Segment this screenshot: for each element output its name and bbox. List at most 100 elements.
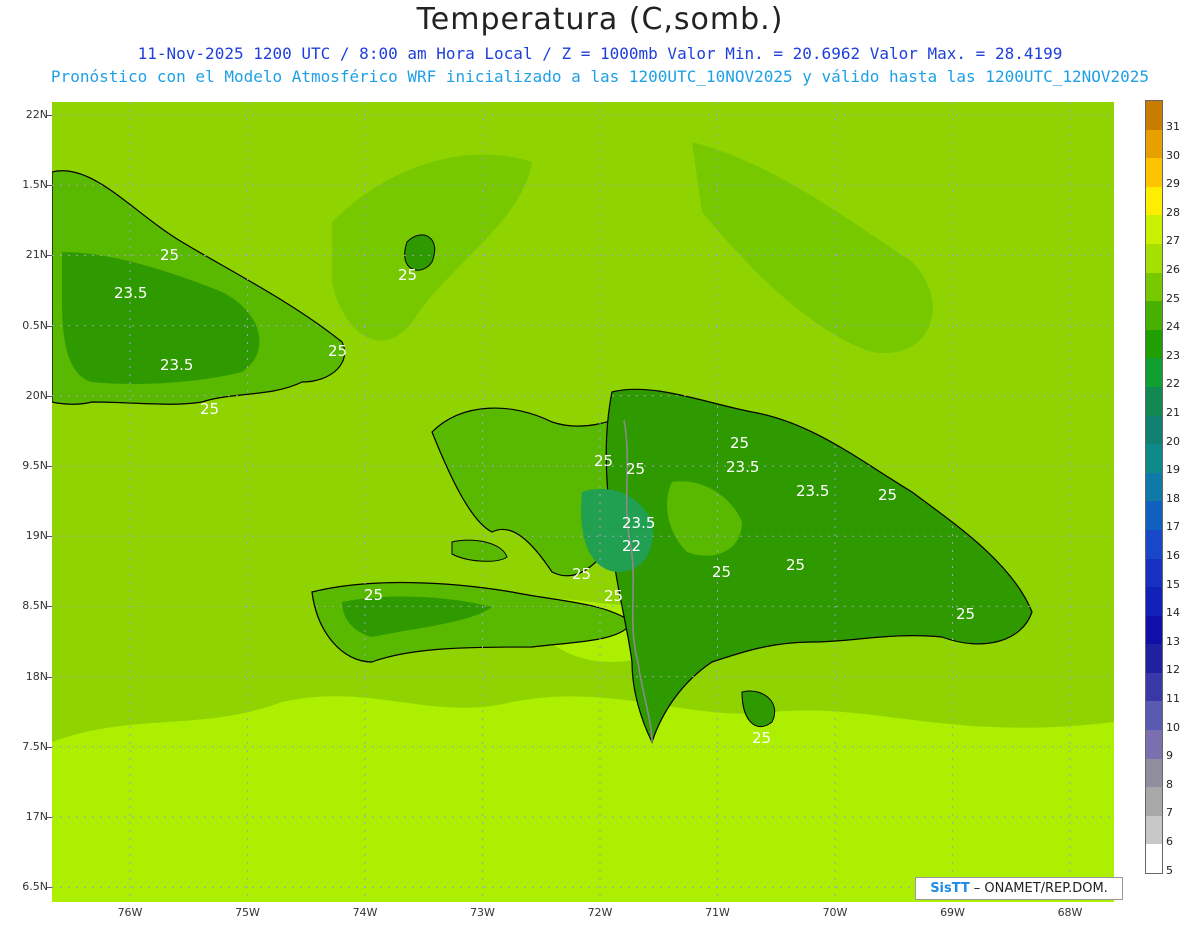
lon-label: 76W: [117, 906, 143, 919]
colorbar-label: 20: [1166, 434, 1180, 448]
contour-label: 25: [956, 605, 975, 623]
colorbar-label: 31: [1166, 120, 1180, 133]
colorbar-swatch: [1146, 243, 1162, 273]
chart-title: Temperatura (C,somb.): [416, 2, 784, 37]
lon-label: 69W: [940, 906, 965, 919]
contour-label: 23.5: [622, 514, 655, 532]
lat-label: 19N: [25, 529, 48, 543]
colorbar-label: 13: [1166, 634, 1180, 648]
colorbar-swatch: [1146, 472, 1162, 502]
lat-label: 18N: [25, 669, 48, 683]
lat-label: 22N: [25, 108, 48, 121]
colorbar-label: 6: [1166, 835, 1173, 848]
contour-label: 25: [200, 400, 219, 418]
colorbar-swatch: [1146, 329, 1162, 359]
lon-label: 73W: [470, 906, 495, 919]
lat-tick: [47, 817, 52, 818]
colorbar-label: 28: [1166, 205, 1180, 219]
model-run-subtitle: Pronóstico con el Modelo Atmosférico WRF…: [50, 67, 1150, 86]
contour-label: 25: [328, 342, 347, 360]
colorbar-label: 16: [1166, 549, 1180, 562]
colorbar-swatch: [1146, 587, 1162, 616]
lat-label: 9.5N: [22, 459, 48, 472]
colorbar-swatch: [1146, 129, 1162, 159]
colorbar-label: 25: [1166, 291, 1180, 305]
lat-label: 1.5N: [22, 178, 48, 192]
colorbar-label: 15: [1166, 577, 1180, 591]
contour-label: 25: [160, 246, 179, 264]
lat-label: 7.5N: [22, 739, 48, 753]
colorbar-label: 5: [1166, 863, 1173, 877]
colorbar-label: 24: [1166, 320, 1180, 334]
colorbar-label: 11: [1166, 692, 1180, 705]
contour-label: 25: [572, 565, 591, 583]
lat-tick: [47, 395, 52, 397]
colorbar-swatch: [1146, 186, 1162, 216]
contour-label: 23.5: [160, 356, 193, 374]
colorbar-swatch: [1146, 844, 1162, 874]
lon-label: 75W: [235, 906, 260, 919]
contour-label: 25: [604, 587, 623, 605]
lat-tick: [47, 185, 52, 187]
contour-label: 25: [712, 563, 731, 581]
colorbar-label: 7: [1166, 806, 1173, 820]
colorbar-swatch: [1146, 101, 1162, 130]
lon-label: 68W: [1057, 906, 1083, 919]
contour-label: 25: [594, 452, 613, 470]
contour-label: 23.5: [726, 458, 759, 476]
credit-text: – ONAMET/REP.DOM.: [973, 881, 1108, 896]
lat-label: 17N: [25, 810, 48, 823]
colorbar-swatch: [1146, 272, 1162, 302]
colorbar-label: 12: [1166, 663, 1180, 677]
colorbar-label: 27: [1166, 234, 1180, 248]
colorbar-label: 19: [1166, 463, 1180, 477]
colorbar-label: 21: [1166, 406, 1180, 419]
colorbar-strip: [1145, 100, 1163, 875]
contour-label: 25: [752, 729, 771, 747]
colorbar-label: 26: [1166, 263, 1180, 276]
lon-label: 71W: [705, 906, 730, 919]
colorbar-swatch: [1146, 644, 1162, 673]
colorbar-swatch: [1146, 730, 1162, 759]
colorbar-label: 29: [1166, 177, 1180, 191]
contour-label: 25: [878, 486, 897, 504]
colorbar-swatch: [1146, 672, 1162, 702]
temperature-map: 25 23.5 25 23.5 25 25 25 25 25 23.5 23.5 25 23.5 22 25…: [52, 102, 1114, 902]
colorbar-swatch: [1146, 158, 1162, 187]
warm-sea-band: [52, 696, 1114, 902]
valid-time-subtitle: 11-Nov-2025 1200 UTC / 8:00 am Hora Loca…: [137, 44, 1063, 63]
colorbar-swatch: [1146, 358, 1162, 387]
colorbar-swatch: [1146, 615, 1162, 645]
colorbar-label: 8: [1166, 777, 1173, 791]
colorbar-swatch: [1146, 386, 1162, 416]
colorbar-swatch: [1146, 787, 1162, 816]
lat-tick: [47, 255, 52, 257]
contour-label: 25: [786, 556, 805, 574]
colorbar-swatch: [1146, 701, 1162, 731]
lon-label: 72W: [587, 906, 613, 919]
contour-label: 22: [622, 537, 641, 555]
colorbar-swatch: [1146, 529, 1162, 559]
colorbar-swatch: [1146, 215, 1162, 244]
lat-tick: [47, 325, 52, 327]
colorbar-label: 17: [1166, 520, 1180, 534]
colorbar-swatch: [1146, 815, 1162, 845]
colorbar-label: 14: [1166, 606, 1180, 620]
colorbar-swatch: [1146, 301, 1162, 330]
lat-tick: [47, 115, 52, 116]
contour-label: 23.5: [114, 284, 147, 302]
lat-label: 0.5N: [22, 318, 48, 332]
contour-label: 25: [730, 434, 749, 452]
colorbar-swatch: [1146, 444, 1162, 473]
colorbar-swatch: [1146, 415, 1162, 445]
colorbar-swatch: [1146, 758, 1162, 788]
lat-label: 6.5N: [22, 880, 48, 894]
colorbar-swatch: [1146, 501, 1162, 530]
lat-tick: [47, 536, 52, 538]
map-canvas: 25 23.5 25 23.5 25 25 25 25 25 23.5 23.5 25 23.5 22 25…: [52, 102, 1114, 902]
colorbar-swatch: [1146, 558, 1162, 588]
contour-label: 25: [398, 266, 417, 284]
credit-brand: SisTT: [930, 881, 970, 896]
lon-label: 74W: [352, 906, 378, 919]
colorbar-label: 23: [1166, 348, 1180, 362]
